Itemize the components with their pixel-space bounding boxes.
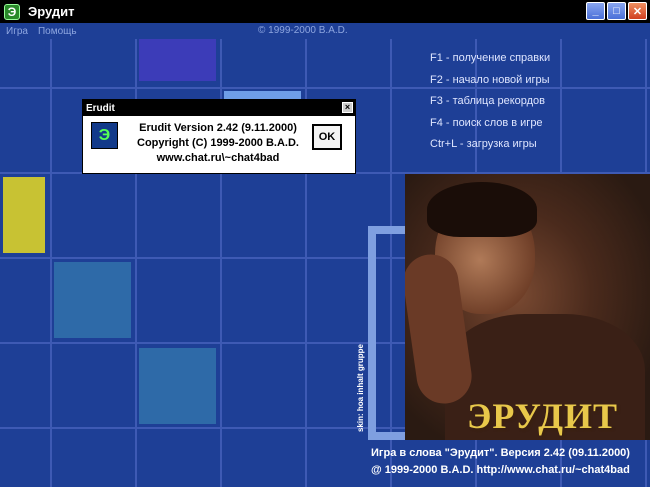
hotkey-f3: F3 - таблица рекордов xyxy=(430,95,546,107)
board-cell-teal-2[interactable] xyxy=(139,348,216,424)
footer-copyright: @ 1999-2000 B.A.D. http://www.chat.ru/~c… xyxy=(371,464,630,476)
menu-bar: Игра Помощь © 1999-2000 B.A.D. xyxy=(0,23,650,39)
photo-hair xyxy=(427,182,537,237)
dialog-copyright: Copyright (C) 1999-2000 B.A.D. xyxy=(137,137,299,149)
menu-copyright: © 1999-2000 B.A.D. xyxy=(258,25,348,36)
app-icon[interactable]: Э xyxy=(4,3,20,20)
hotkey-f4: F4 - поиск слов в игре xyxy=(430,116,543,129)
menu-game[interactable]: Игра xyxy=(6,26,28,37)
board-cell-yellow[interactable] xyxy=(3,177,45,253)
dialog-close-icon[interactable]: × xyxy=(342,102,353,113)
dialog-url: www.chat.ru\~chat4bad xyxy=(156,152,280,164)
dialog-version: Erudit Version 2.42 (9.11.2000) xyxy=(139,122,297,134)
erudit-icon: Э xyxy=(91,122,118,149)
hotkey-help: F1 - получение справки F2 - начало новой… xyxy=(430,52,550,160)
window-controls: _ □ ✕ xyxy=(586,2,647,20)
hotkey-f1: F1 - получение справки xyxy=(430,52,551,64)
menu-help[interactable]: Помощь xyxy=(38,26,77,37)
hotkey-f2: F2 - начало новой игры xyxy=(430,73,550,86)
dialog-message: Erudit Version 2.42 (9.11.2000) Copyrigh… xyxy=(128,122,308,167)
board-cell-teal[interactable] xyxy=(54,262,131,338)
dialog-title-bar: Erudit × xyxy=(83,100,355,116)
footer-version: Игра в слова "Эрудит". Версия 2.42 (09.1… xyxy=(371,447,630,459)
dialog-title: Erudit xyxy=(86,102,115,114)
about-dialog: Erudit × Э Erudit Version 2.42 (9.11.200… xyxy=(82,99,356,174)
window-title: Эрудит xyxy=(28,4,75,19)
skin-credit: skin: hoa inhalt gruppe xyxy=(356,343,365,432)
title-bar: Э Эрудит _ □ ✕ xyxy=(0,0,650,23)
minimize-button[interactable]: _ xyxy=(586,2,605,20)
game-logo: ЭРУДИТ xyxy=(467,396,619,436)
ok-button[interactable]: OK xyxy=(312,124,342,150)
hotkey-ctrl-l: Ctr+L - загрузка игры xyxy=(430,138,537,150)
board-cell-violet[interactable] xyxy=(139,39,216,81)
close-button[interactable]: ✕ xyxy=(628,2,647,20)
maximize-button[interactable]: □ xyxy=(607,2,626,20)
